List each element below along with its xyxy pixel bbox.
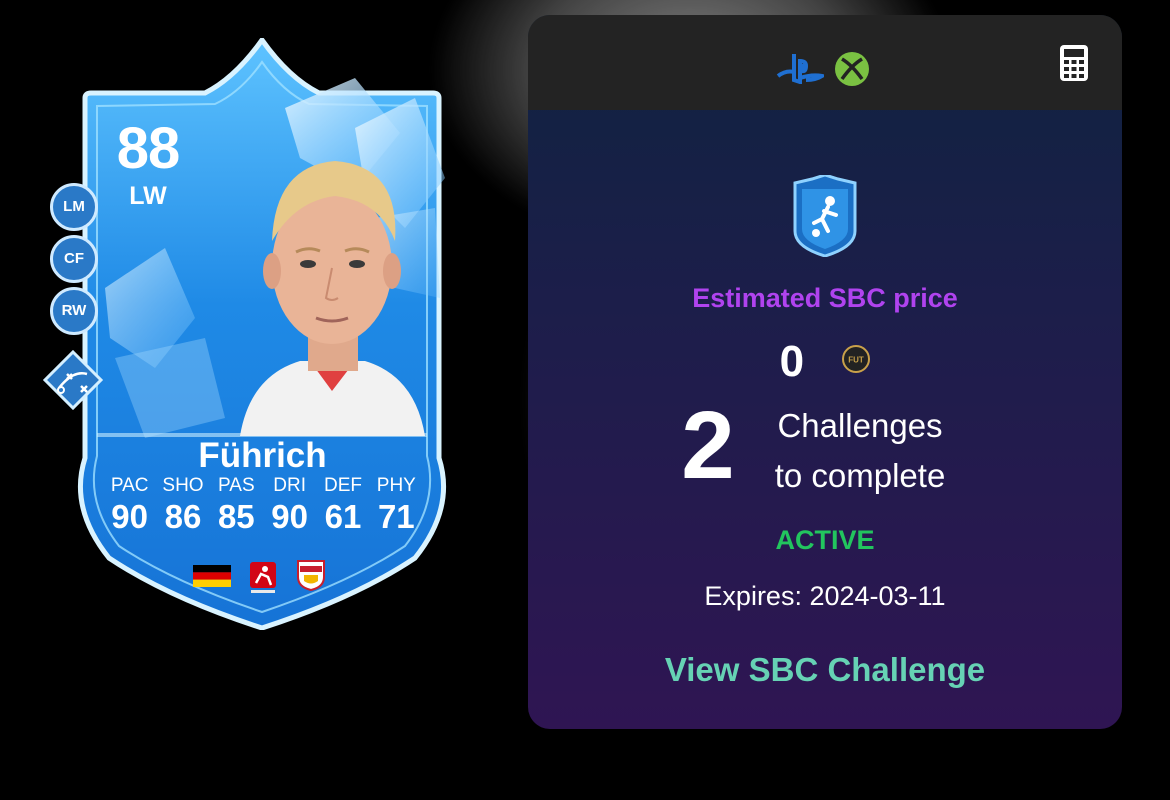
challenges-text: Challenges to complete <box>750 401 970 501</box>
player-portrait <box>240 161 425 436</box>
bundesliga-icon <box>250 562 276 593</box>
price-value: 0 <box>779 337 805 386</box>
stat-value-phy: 71 <box>377 498 415 535</box>
alt-position-rw: RW <box>50 287 98 335</box>
stat-value-pac: 90 <box>111 498 149 535</box>
stat-value-dri: 90 <box>271 498 308 535</box>
stat-label-dri: DRI <box>273 475 307 496</box>
stat-label-pas: PAS <box>218 475 255 496</box>
stat-label-sho: SHO <box>162 475 204 496</box>
expiry-date: Expires: 2024-03-11 <box>704 581 946 611</box>
playstation-icon[interactable] <box>776 52 824 84</box>
calculator-icon[interactable] <box>1060 45 1088 81</box>
player-card[interactable]: 88 LW LM CF RW Führich PAC SHO PAS DRI D… <box>43 38 470 630</box>
coin-label: FUT <box>849 356 865 365</box>
stat-label-phy: PHY <box>376 475 416 496</box>
player-name: Führich <box>198 436 327 475</box>
xbox-icon[interactable] <box>834 51 870 87</box>
view-sbc-challenge-link[interactable]: View SBC Challenge <box>528 651 1122 689</box>
card-position: LW <box>129 182 167 210</box>
vfb-stuttgart-crest-icon <box>297 560 325 591</box>
stat-value-def: 61 <box>324 498 362 535</box>
sbc-info-panel: Estimated SBC price 0 FUT 2 Challenges t… <box>528 15 1122 729</box>
stat-value-sho: 86 <box>164 498 202 535</box>
stat-label-def: DEF <box>323 475 362 496</box>
germany-flag-icon <box>193 565 231 587</box>
estimated-price-label: Estimated SBC price <box>692 283 958 313</box>
challenges-count: 2 <box>681 392 735 499</box>
challenges-line-2: to complete <box>774 457 946 494</box>
stat-label-pac: PAC <box>110 475 149 496</box>
challenges-line-1: Challenges <box>777 407 943 444</box>
fut-coin-icon: FUT <box>842 345 871 374</box>
sbc-badge-icon <box>793 175 857 257</box>
alt-position-lm: LM <box>50 183 98 231</box>
playmaker-icon <box>43 350 103 410</box>
card-rating: 88 <box>116 116 181 181</box>
panel-header <box>528 15 1122 110</box>
stat-values: 90 86 85 90 61 71 <box>103 498 423 536</box>
alt-position-cf: CF <box>50 235 98 283</box>
stat-labels: PAC SHO PAS DRI DEF PHY <box>103 475 423 497</box>
status-badge: ACTIVE <box>775 525 875 555</box>
stat-value-pas: 85 <box>217 498 255 535</box>
price-row: 0 FUT <box>528 337 1122 387</box>
